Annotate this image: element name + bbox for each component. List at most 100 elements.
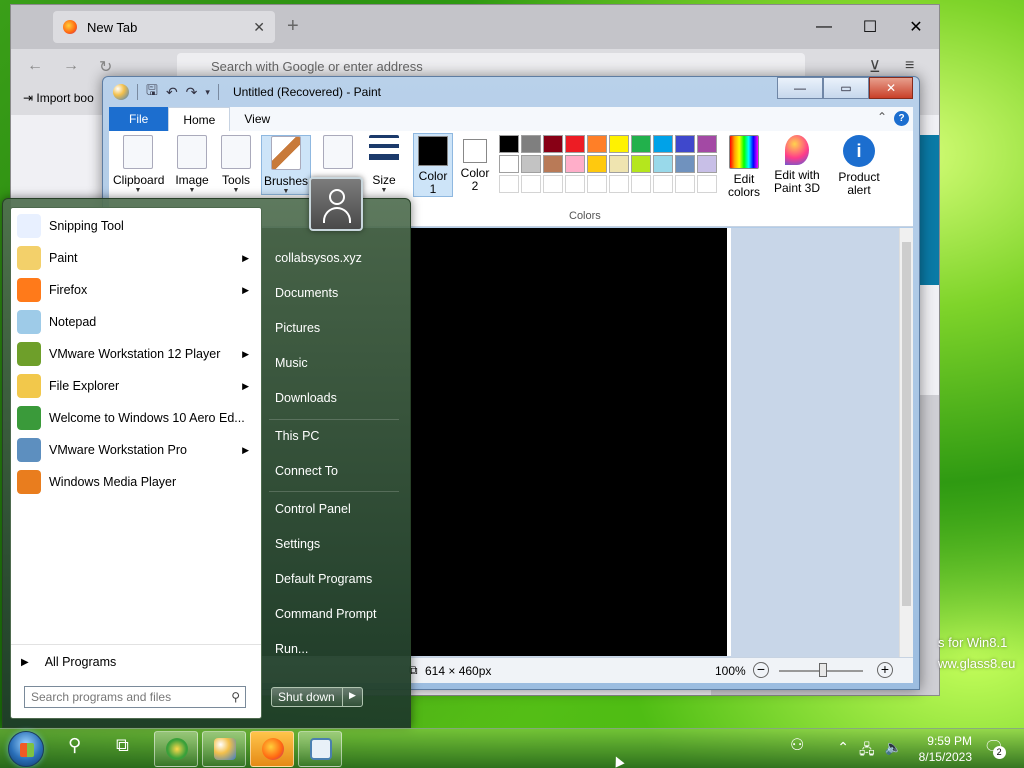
palette-swatch[interactable] [675,175,695,193]
taskbar-paint-app[interactable] [202,731,246,767]
palette-swatch[interactable] [587,155,607,173]
maximize-icon[interactable]: ▭ [823,77,869,99]
start-menu-place-link[interactable]: Run... [275,642,308,656]
submenu-arrow-icon[interactable]: ▶ [242,381,249,392]
vertical-scrollbar[interactable] [899,228,913,657]
palette-swatch[interactable] [697,155,717,173]
network-icon[interactable]: 🖧 [859,739,875,763]
maximize-icon[interactable]: ☐ [847,5,893,49]
palette-swatch[interactable] [499,155,519,173]
reload-icon[interactable]: ↻ [99,57,112,77]
redo-icon[interactable]: ↷ [186,84,198,101]
palette-swatch[interactable] [543,135,563,153]
start-menu-place-link[interactable]: Settings [275,537,320,551]
close-icon[interactable]: ✕ [869,77,913,99]
palette-swatch[interactable] [609,135,629,153]
customize-toolbar-icon[interactable]: ▾ [205,87,210,98]
palette-swatch[interactable] [675,135,695,153]
tab-file[interactable]: File [109,107,169,131]
clock[interactable]: 9:59 PM 8/15/2023 [919,733,972,765]
menu-icon[interactable]: ≡ [905,57,914,75]
palette-swatch[interactable] [565,155,585,173]
pocket-icon[interactable]: ⊻ [869,57,881,77]
start-menu-item[interactable]: Welcome to Windows 10 Aero Ed... [11,402,261,434]
clipboard-button[interactable]: Clipboard ▼ [113,135,164,194]
palette-swatch[interactable] [697,175,717,193]
palette-swatch[interactable] [609,175,629,193]
color2-button[interactable]: Color 2 [455,133,495,193]
action-center-button[interactable]: 🗨 2 [984,737,1006,759]
start-menu-place-link[interactable]: Default Programs [275,572,372,586]
palette-swatch[interactable] [587,175,607,193]
tab-home[interactable]: Home [168,107,231,131]
volume-icon[interactable]: 🔈 [885,739,902,763]
close-icon[interactable]: ✕ [893,5,939,49]
palette-swatch[interactable] [521,155,541,173]
edit-with-paint3d-button[interactable]: Edit with Paint 3D [771,135,823,195]
start-menu-item[interactable]: VMware Workstation 12 Player ▶ [11,338,261,370]
back-icon[interactable]: ← [27,57,43,75]
people-icon[interactable]: ⚇ [790,735,804,755]
zoom-out-icon[interactable]: − [753,662,769,678]
search-icon[interactable]: ⚲ [231,690,240,704]
size-button[interactable]: Size ▼ [359,135,409,194]
tools-button[interactable]: Tools ▼ [211,135,261,194]
tab-view[interactable]: View [230,107,284,131]
start-menu-place-link[interactable]: Music [275,356,308,370]
palette-swatch[interactable] [631,155,651,173]
palette-swatch[interactable] [697,135,717,153]
brushes-button[interactable]: Brushes ▼ [261,135,311,195]
start-menu-place-link[interactable]: Command Prompt [275,607,376,621]
start-menu-item[interactable]: Paint ▶ [11,242,261,274]
taskbar-firefox-app[interactable] [250,731,294,767]
start-menu-item[interactable]: Windows Media Player [11,466,261,498]
start-menu-item[interactable]: Notepad [11,306,261,338]
palette-swatch[interactable] [587,135,607,153]
start-menu-place-link[interactable]: collabsysos.xyz [275,251,362,265]
start-menu-place-link[interactable]: Control Panel [275,502,351,516]
palette-swatch[interactable] [653,135,673,153]
palette-swatch[interactable] [565,135,585,153]
palette-swatch[interactable] [675,155,695,173]
shutdown-button[interactable]: Shut down ▶ [271,687,363,707]
minimize-icon[interactable]: — [777,77,823,99]
paint-app-icon[interactable] [113,84,129,100]
task-view-icon[interactable]: ⧉ [116,735,129,756]
palette-swatch[interactable] [521,135,541,153]
start-menu-place-link[interactable]: Downloads [275,391,337,405]
save-icon[interactable]: 🖫 [146,80,158,104]
user-avatar[interactable] [309,177,363,231]
start-menu-item[interactable]: VMware Workstation Pro ▶ [11,434,261,466]
forward-icon[interactable]: → [63,57,79,75]
submenu-arrow-icon[interactable]: ▶ [242,445,249,456]
taskbar-welcome-app[interactable] [154,731,198,767]
search-input[interactable]: Search programs and files ⚲ [24,686,246,708]
shapes-button[interactable] [313,135,363,173]
undo-icon[interactable]: ↶ [166,84,178,101]
start-menu-place-link[interactable]: Documents [275,286,338,300]
start-menu-item[interactable]: Firefox ▶ [11,274,261,306]
palette-swatch[interactable] [653,155,673,173]
palette-swatch[interactable] [653,175,673,193]
color1-button[interactable]: Color 1 [413,133,453,197]
palette-swatch[interactable] [631,135,651,153]
palette-swatch[interactable] [543,175,563,193]
start-menu-place-link[interactable]: Pictures [275,321,320,335]
palette-swatch[interactable] [499,175,519,193]
palette-swatch[interactable] [631,175,651,193]
submenu-arrow-icon[interactable]: ▶ [242,253,249,264]
zoom-slider-handle[interactable] [819,663,827,677]
start-menu-place-link[interactable]: This PC [275,429,319,443]
start-button[interactable] [8,731,44,767]
palette-swatch[interactable] [609,155,629,173]
image-button[interactable]: Image ▼ [167,135,217,194]
firefox-tab[interactable]: New Tab ✕ [53,11,275,43]
edit-colors-button[interactable]: Edit colors [723,135,765,199]
start-menu-item[interactable]: Snipping Tool [11,210,261,242]
start-menu-item[interactable]: File Explorer ▶ [11,370,261,402]
shutdown-options-icon[interactable]: ▶ [342,688,362,706]
product-alert-button[interactable]: i Product alert [831,135,887,197]
scrollbar-thumb[interactable] [902,242,911,606]
taskbar-notepad-app[interactable] [298,731,342,767]
search-icon[interactable]: ⚲ [68,735,81,756]
